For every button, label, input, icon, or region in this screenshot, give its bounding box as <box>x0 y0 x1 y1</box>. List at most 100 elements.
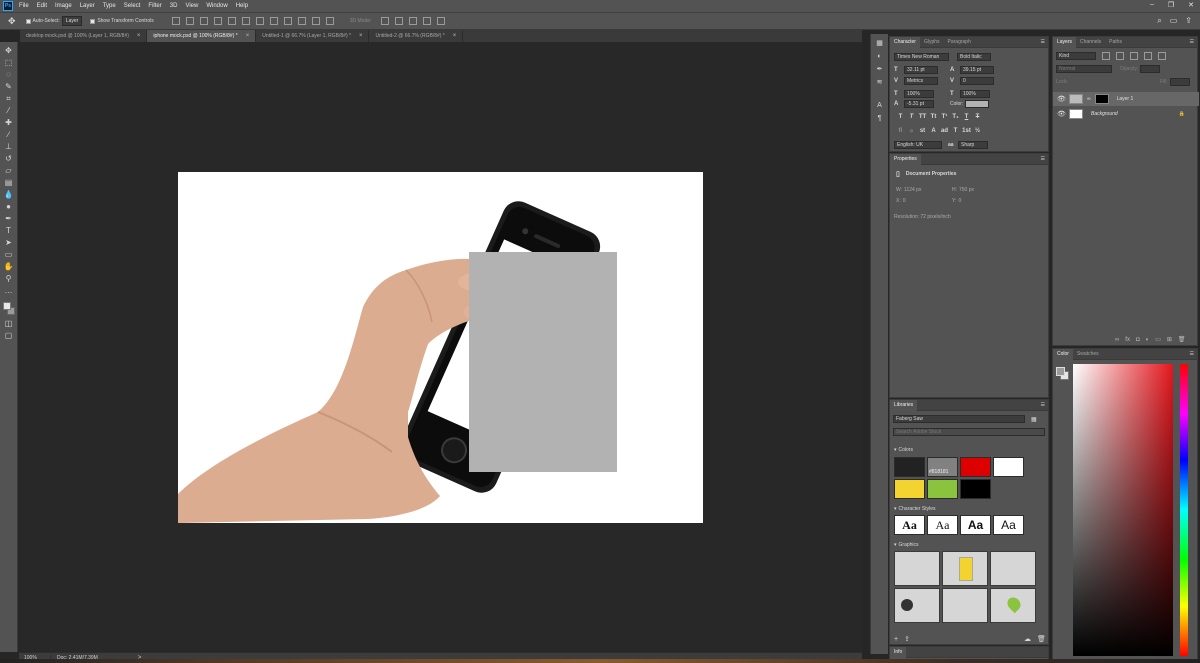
graphic-thumbnail[interactable] <box>990 551 1036 586</box>
blur-tool-icon[interactable]: 💧 <box>4 190 14 199</box>
filter-adjustment-icon[interactable] <box>1116 52 1124 60</box>
color-swatches-widget[interactable] <box>2 302 15 316</box>
character-style-swatch[interactable]: Aa <box>993 515 1024 535</box>
tab-libraries[interactable]: Libraries <box>890 399 918 411</box>
y-value[interactable]: 0 <box>958 198 961 204</box>
opacity-field[interactable] <box>1140 65 1161 73</box>
foreground-color-swatch[interactable] <box>1056 367 1065 376</box>
library-view-icon[interactable]: ▦ <box>1031 416 1037 423</box>
close-icon[interactable]: × <box>137 33 141 39</box>
layer-style-icon[interactable]: fx <box>1125 337 1130 343</box>
color-swatch[interactable] <box>894 457 925 477</box>
horizontal-scale-field[interactable]: 100% <box>960 90 990 98</box>
menu-type[interactable]: Type <box>103 3 116 9</box>
hue-slider[interactable] <box>1180 364 1188 656</box>
titling-alternates-button[interactable]: T <box>951 128 960 134</box>
graphic-thumbnail[interactable] <box>894 588 940 623</box>
tab-layers[interactable]: Layers <box>1053 36 1077 48</box>
filter-type-icon[interactable] <box>1130 52 1138 60</box>
tab-glyphs[interactable]: Glyphs <box>920 37 944 48</box>
distribute-center-icon[interactable] <box>311 17 320 25</box>
adjustments-icon[interactable]: ◐ <box>875 53 884 61</box>
paragraph-icon[interactable]: ¶ <box>875 115 884 123</box>
underline-button[interactable]: T <box>962 114 971 120</box>
language-select[interactable]: English: UK <box>894 141 942 149</box>
layer-filter-select[interactable]: Kind <box>1056 52 1096 60</box>
add-content-icon[interactable]: + <box>894 636 898 643</box>
x-value[interactable]: 0 <box>903 198 906 204</box>
leading-field[interactable]: 39.15 pt <box>960 66 994 74</box>
chevron-down-icon[interactable]: ▾ <box>894 506 897 512</box>
tab-channels[interactable]: Channels <box>1076 37 1105 48</box>
tab-desktop-mock[interactable]: desktop mock.psd @ 100% (Layer 1, RGB/8#… <box>20 30 148 42</box>
layer-mask-thumbnail[interactable] <box>1094 94 1109 104</box>
faux-italic-button[interactable]: T <box>907 114 916 120</box>
layer-name[interactable]: Layer 1 <box>1117 96 1134 102</box>
layer-name[interactable]: Background <box>1091 111 1118 117</box>
colors-section-header[interactable]: Colors <box>899 447 913 453</box>
dodge-tool-icon[interactable]: ● <box>4 202 14 211</box>
color-swatch[interactable] <box>894 479 925 499</box>
fill-field[interactable] <box>1169 78 1190 86</box>
ordinals-button[interactable]: 1st <box>962 128 971 134</box>
menu-file[interactable]: File <box>19 3 29 9</box>
stylistic-alternates-button[interactable]: ad <box>940 128 949 134</box>
faux-bold-button[interactable]: T <box>896 114 905 120</box>
tracking-field[interactable]: 0 <box>960 77 994 85</box>
eyedropper-tool-icon[interactable]: ⁄ <box>4 106 14 115</box>
lasso-tool-icon[interactable]: ◌ <box>4 70 14 79</box>
character-style-swatch[interactable]: Aa <box>927 515 958 535</box>
tab-iphone-mock[interactable]: iphone mock.psd @ 100% (RGB/8#) * × <box>147 30 257 42</box>
add-mask-icon[interactable]: ◘ <box>1136 337 1140 343</box>
auto-select-checkbox[interactable] <box>25 18 31 24</box>
close-window-button[interactable]: ✕ <box>1188 1 1194 9</box>
menu-help[interactable]: Help <box>236 3 248 9</box>
discretionary-ligatures-button[interactable]: st <box>918 128 927 134</box>
history-icon[interactable]: ▦ <box>875 40 884 48</box>
width-value[interactable]: 1124 px <box>904 187 921 193</box>
new-group-icon[interactable]: ▭ <box>1155 336 1161 343</box>
menu-select[interactable]: Select <box>124 3 141 9</box>
chevron-down-icon[interactable]: ▾ <box>894 542 897 548</box>
new-layer-icon[interactable]: ⊞ <box>1167 336 1172 343</box>
antialias-select[interactable]: Sharp <box>958 141 988 149</box>
graphic-thumbnail[interactable] <box>942 588 988 623</box>
swash-button[interactable]: A <box>929 128 938 134</box>
tab-untitled-1[interactable]: Untitled-1 @ 66.7% (Layer 1, RGB/8#) * × <box>256 30 370 42</box>
distribute-bottom-icon[interactable] <box>241 17 250 25</box>
stock-search-input[interactable]: Search Adobe Stock <box>893 428 1045 436</box>
filter-smart-object-icon[interactable] <box>1158 52 1166 60</box>
small-caps-button[interactable]: Tt <box>929 114 938 120</box>
panel-menu-icon[interactable]: ☰ <box>1041 39 1045 45</box>
menu-image[interactable]: Image <box>55 3 72 9</box>
quick-select-tool-icon[interactable]: ✎ <box>4 82 14 91</box>
kerning-field[interactable]: Metrics <box>904 77 938 85</box>
3d-pan-icon[interactable] <box>409 17 418 25</box>
move-tool-icon[interactable]: ✥ <box>4 46 14 55</box>
old-style-button[interactable]: ℴ <box>907 127 916 134</box>
menu-view[interactable]: View <box>185 3 198 9</box>
character-style-swatch[interactable]: Aa <box>960 515 991 535</box>
tab-untitled-2[interactable]: Untitled-2 @ 66.7% (RGB/8#) * × <box>369 30 464 42</box>
blend-mode-select[interactable]: Normal <box>1056 65 1112 73</box>
close-icon[interactable]: × <box>453 33 457 39</box>
color-panel-swatches[interactable] <box>1056 367 1070 381</box>
document-canvas[interactable] <box>178 172 703 523</box>
marquee-tool-icon[interactable]: ⬚ <box>4 58 14 67</box>
align-bottom-icon[interactable] <box>199 17 208 25</box>
move-tool-icon[interactable]: ✥ <box>8 16 16 27</box>
library-select[interactable]: Faberg Saw <box>893 415 1025 423</box>
more-tools-icon[interactable]: … <box>4 286 14 295</box>
menu-edit[interactable]: Edit <box>37 3 47 9</box>
pen-tool-icon[interactable]: ✒ <box>4 214 14 223</box>
distribute-left-icon[interactable] <box>297 17 306 25</box>
tab-character[interactable]: Character <box>890 36 920 48</box>
graphic-thumbnail[interactable] <box>942 551 988 586</box>
hand-tool-icon[interactable]: ✋ <box>4 262 14 271</box>
show-transform-checkbox[interactable] <box>90 18 96 24</box>
graphic-thumbnail[interactable] <box>990 588 1036 623</box>
menu-3d[interactable]: 3D <box>170 3 178 9</box>
color-swatch[interactable] <box>960 479 991 499</box>
distribute-top-icon[interactable] <box>213 17 222 25</box>
upload-icon[interactable]: ⇪ <box>904 635 910 643</box>
